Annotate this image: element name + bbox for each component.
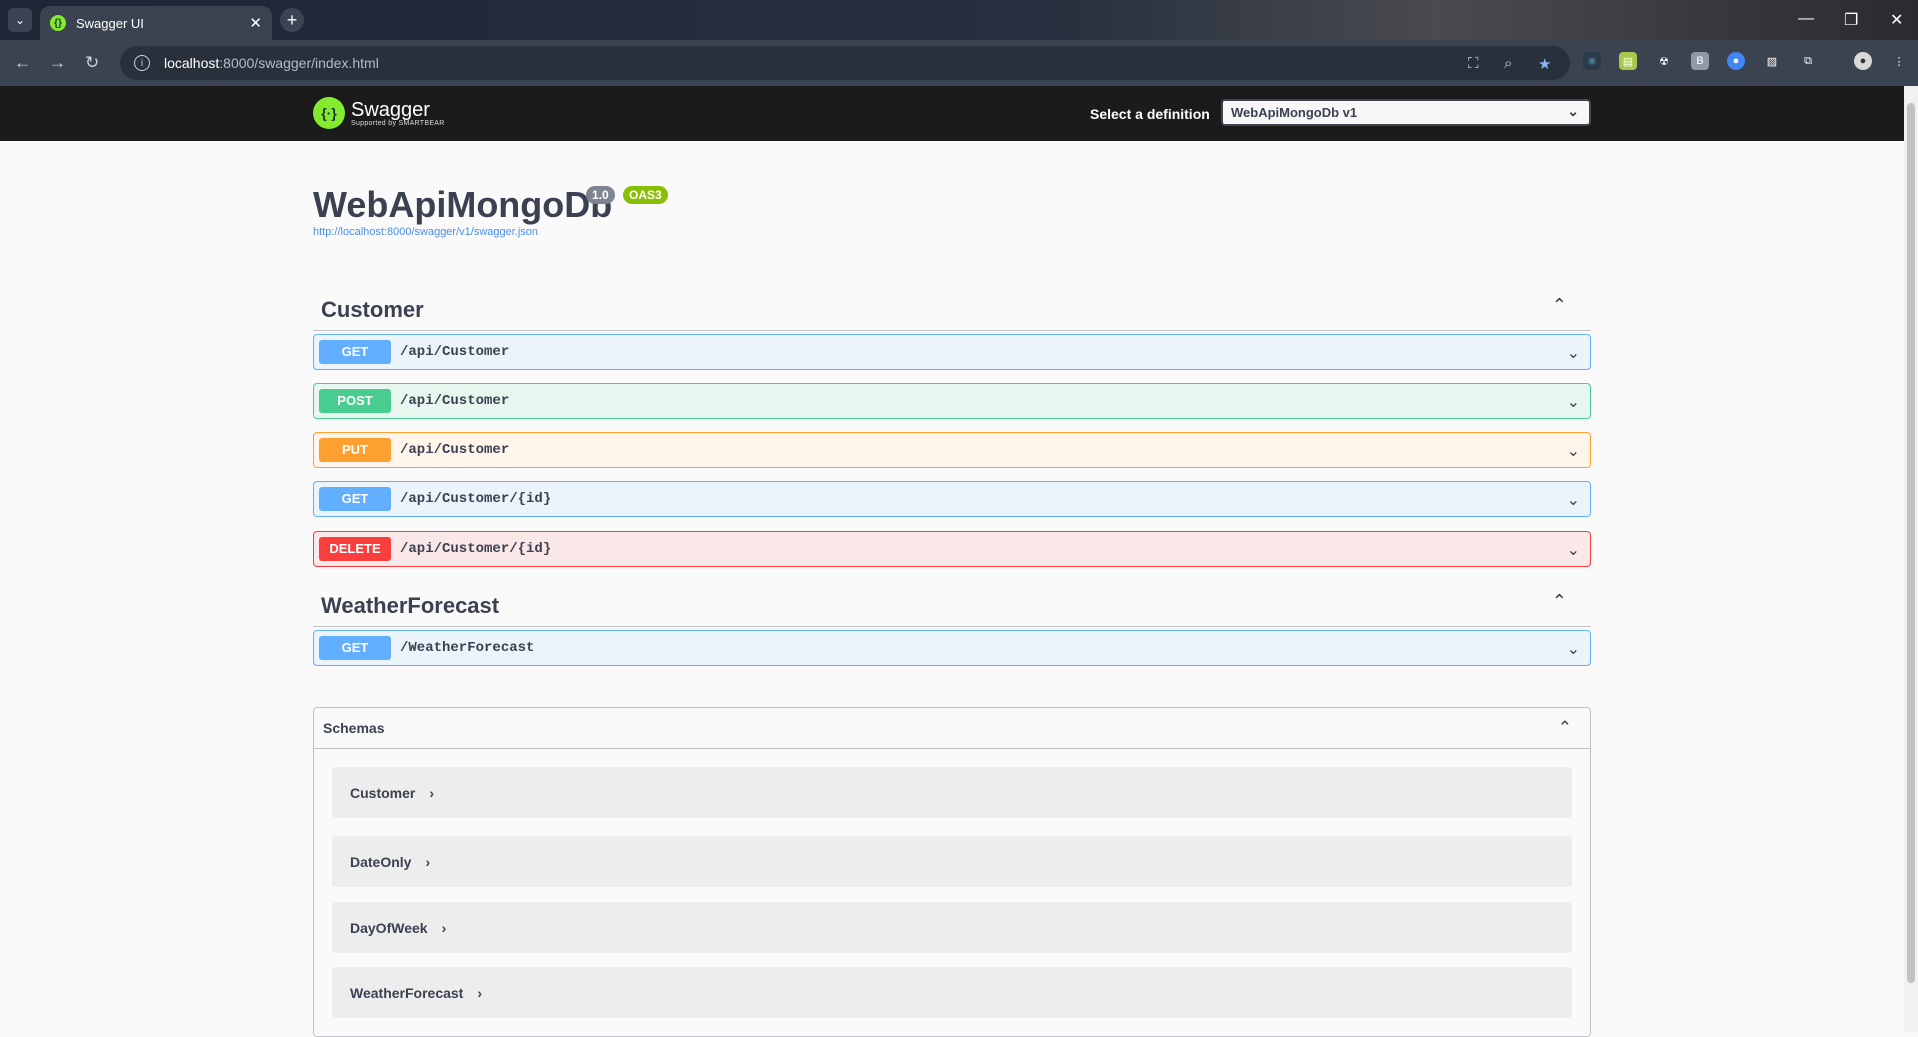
tag-name: WeatherForecast — [321, 593, 500, 618]
zoom-icon[interactable]: ⌕ — [1504, 55, 1512, 72]
new-tab-button[interactable]: + — [280, 8, 304, 32]
react-devtools-icon[interactable]: ⚛ — [1583, 52, 1601, 70]
operation-path: /api/Customer/{id} — [400, 541, 552, 557]
extension-icon[interactable]: ☢ — [1655, 52, 1673, 70]
model-name: DayOfWeek — [350, 920, 428, 936]
chevron-down-icon[interactable]: ⌄ — [1567, 490, 1580, 510]
operation-path: /api/Customer/{id} — [400, 491, 552, 507]
profile-avatar[interactable]: ● — [1854, 52, 1872, 70]
operation-path: /WeatherForecast — [400, 640, 535, 656]
chevron-up-icon[interactable]: ⌃ — [1552, 295, 1567, 316]
chevron-right-icon: › — [425, 854, 431, 870]
spec-url-link[interactable]: http://localhost:8000/swagger/v1/swagger… — [313, 226, 538, 238]
tag-weatherforecast[interactable]: WeatherForecast ⌃ — [313, 577, 1591, 627]
method-badge: GET — [319, 636, 391, 660]
operation-get-weatherforecast[interactable]: GET /WeatherForecast ⌄ — [313, 630, 1591, 666]
swagger-logo-icon: {·} — [313, 97, 345, 129]
swagger-topbar: {·} Swagger Supported by SMARTBEAR Selec… — [0, 86, 1904, 141]
translate-icon[interactable]: ⛶ — [1468, 55, 1479, 72]
schemas-section: Schemas ⌃ Customer › DateOnly › DayOfWeek ›… — [313, 707, 1591, 1037]
restore-icon[interactable]: ❐ — [1844, 10, 1858, 30]
method-badge: GET — [319, 340, 391, 364]
version-badge: 1.0 — [586, 186, 615, 204]
schemas-label: Schemas — [323, 720, 385, 736]
logo-name: Swagger — [351, 98, 430, 121]
chevron-down-icon[interactable]: ⌄ — [1567, 540, 1580, 560]
method-badge: DELETE — [319, 537, 391, 561]
schemas-header[interactable]: Schemas ⌃ — [314, 708, 1590, 749]
address-bar[interactable]: i localhost:8000/swagger/index.html ⛶ ⌕ … — [120, 46, 1570, 80]
bookmark-star-icon[interactable]: ★ — [1538, 55, 1551, 73]
model-name: DateOnly — [350, 854, 412, 870]
method-badge: PUT — [319, 438, 391, 462]
browser-tab-bar: ⌄ {} Swagger UI ✕ + — ❐ ✕ — [0, 0, 1918, 40]
operation-path: /api/Customer — [400, 393, 510, 409]
method-badge: GET — [319, 487, 391, 511]
extensions-puzzle-icon[interactable]: ⧉ — [1799, 52, 1817, 70]
definition-select[interactable]: WebApiMongoDb v1 ⌄ — [1221, 99, 1591, 126]
forward-icon[interactable]: → — [49, 53, 66, 73]
operation-put-customer[interactable]: PUT /api/Customer ⌄ — [313, 432, 1591, 468]
tag-name: Customer — [321, 297, 424, 322]
operation-get-customer-by-id[interactable]: GET /api/Customer/{id} ⌄ — [313, 481, 1591, 517]
logo-sub: Supported by SMARTBEAR — [351, 119, 445, 127]
chevron-up-icon[interactable]: ⌃ — [1552, 591, 1567, 612]
scrollbar-thumb[interactable] — [1907, 103, 1915, 983]
method-badge: POST — [319, 389, 391, 413]
operation-path: /api/Customer — [400, 442, 510, 458]
tag-customer[interactable]: Customer ⌃ — [313, 281, 1591, 331]
image-extension-icon[interactable]: ▨ — [1763, 52, 1781, 70]
operation-path: /api/Customer — [400, 344, 510, 360]
oas-badge: OAS3 — [623, 186, 668, 204]
browser-tab[interactable]: {} Swagger UI ✕ — [40, 6, 272, 40]
swagger-favicon-icon: {} — [50, 15, 66, 31]
chevron-down-icon[interactable]: ⌄ — [1567, 639, 1580, 659]
schema-model-dateonly[interactable]: DateOnly › — [332, 836, 1572, 887]
api-title: WebApiMongoDb — [313, 184, 613, 225]
chevron-down-icon[interactable]: ⌄ — [1567, 392, 1580, 412]
address-url: localhost:8000/swagger/index.html — [164, 55, 379, 71]
tab-search-chevron-icon[interactable]: ⌄ — [8, 8, 32, 32]
schema-model-dayofweek[interactable]: DayOfWeek › — [332, 902, 1572, 953]
operation-post-customer[interactable]: POST /api/Customer ⌄ — [313, 383, 1591, 419]
chevron-down-icon[interactable]: ⌄ — [1567, 343, 1580, 363]
chevron-right-icon: › — [429, 785, 435, 801]
minimize-icon[interactable]: — — [1798, 10, 1814, 28]
swagger-logo[interactable]: {·} Swagger Supported by SMARTBEAR — [313, 97, 445, 129]
chevron-right-icon: › — [477, 985, 483, 1001]
site-info-icon[interactable]: i — [134, 55, 150, 71]
b-extension-icon[interactable]: B — [1691, 52, 1709, 70]
chevron-up-icon[interactable]: ⌃ — [1558, 718, 1572, 738]
reload-icon[interactable]: ↻ — [85, 53, 99, 73]
operation-delete-customer-by-id[interactable]: DELETE /api/Customer/{id} ⌄ — [313, 531, 1591, 567]
chevron-down-icon: ⌄ — [1567, 103, 1579, 119]
operation-get-customer[interactable]: GET /api/Customer ⌄ — [313, 334, 1591, 370]
window-close-icon[interactable]: ✕ — [1890, 10, 1903, 30]
browser-menu-icon[interactable]: ⋮ — [1890, 52, 1908, 70]
chevron-right-icon: › — [441, 920, 447, 936]
chevron-down-icon[interactable]: ⌄ — [1567, 441, 1580, 461]
blue-extension-icon[interactable]: ● — [1727, 52, 1745, 70]
sheets-extension-icon[interactable]: ▤ — [1619, 52, 1637, 70]
definition-label: Select a definition — [1090, 106, 1210, 122]
tab-close-icon[interactable]: ✕ — [249, 14, 262, 32]
schema-model-customer[interactable]: Customer › — [332, 767, 1572, 818]
model-name: WeatherForecast — [350, 985, 464, 1001]
tab-title: Swagger UI — [76, 15, 144, 31]
schema-model-weatherforecast[interactable]: WeatherForecast › — [332, 967, 1572, 1018]
back-icon[interactable]: ← — [14, 53, 31, 73]
model-name: Customer — [350, 785, 416, 801]
